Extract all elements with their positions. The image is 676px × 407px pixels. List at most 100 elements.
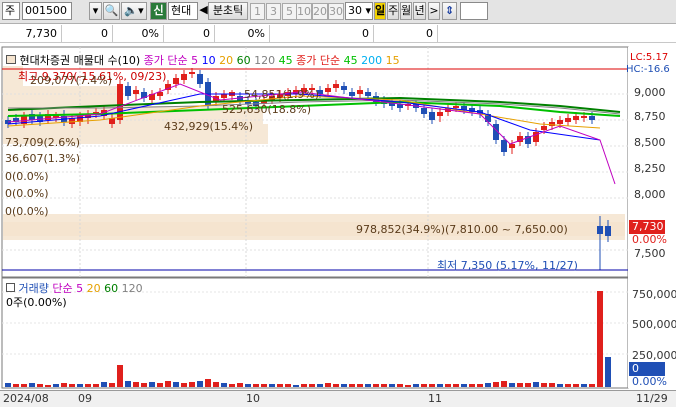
- volume-bar: [397, 384, 403, 387]
- interval-5[interactable]: 5: [282, 3, 297, 20]
- ma-legend-label: 종가 단순: [143, 54, 188, 67]
- candle-body: [325, 88, 331, 92]
- volume-bar: [77, 384, 83, 387]
- date-label-2: 09: [78, 392, 92, 405]
- volume-bar: [429, 384, 435, 387]
- vol-ma120: 120: [121, 282, 143, 295]
- date-label-4: 11: [428, 392, 442, 405]
- profile-label-5: 73,709(2.6%): [5, 136, 81, 149]
- volume-bar: [141, 383, 147, 387]
- ma20-legend: 20: [219, 54, 234, 67]
- volume-bar: [445, 384, 451, 387]
- candle-body: [221, 94, 227, 98]
- volume-bar: [125, 381, 131, 387]
- candle-body: [117, 84, 123, 120]
- volume-bar: [517, 383, 523, 387]
- current-volume-pct: 0.00%: [632, 375, 667, 388]
- volume-bar: [357, 384, 363, 387]
- volume-bar: [597, 291, 603, 387]
- volume-bar: [509, 383, 515, 387]
- volume-bar: [389, 384, 395, 387]
- info-bar: 7,730 0 0% 0 0% 0 0: [0, 25, 676, 43]
- candle-body: [509, 144, 515, 148]
- volume-bar: [309, 384, 315, 387]
- extra-input[interactable]: [460, 2, 488, 20]
- volume-bar: [261, 384, 267, 387]
- signal-button[interactable]: 신: [150, 2, 167, 20]
- chevron-down-icon[interactable]: ▾: [89, 2, 102, 20]
- volume-bar: [269, 384, 275, 387]
- vol-ma5: 5: [76, 282, 84, 295]
- chart-canvas[interactable]: [0, 44, 676, 390]
- candle-body: [341, 86, 347, 90]
- candle-body: [589, 116, 595, 120]
- volume-bar: [117, 365, 123, 387]
- volume-bar: [45, 385, 51, 387]
- volume-bar: [205, 379, 211, 387]
- volume-bar: [181, 383, 187, 387]
- volume-bar: [189, 382, 195, 387]
- date-label-1: 2024/08: [3, 392, 49, 405]
- stock-code-value: 001500: [25, 4, 67, 17]
- y-tick-7500: 7,500: [634, 247, 666, 260]
- interval-select[interactable]: 30 ▾: [345, 2, 373, 20]
- candle-body: [429, 112, 435, 120]
- volume-bar: [381, 384, 387, 387]
- candle-body: [333, 84, 339, 88]
- interval-20[interactable]: 20: [312, 3, 328, 20]
- profile-swatch-icon: [6, 55, 16, 64]
- sound-icon[interactable]: 🔈▾: [121, 2, 147, 20]
- volume-bar: [485, 383, 491, 387]
- week-button[interactable]: 주: [387, 2, 399, 20]
- volume-bar: [237, 383, 243, 387]
- date-label-5: 11/29: [636, 392, 668, 405]
- current-volume-label: 0: [632, 362, 639, 375]
- period-tick-button[interactable]: 분초틱: [208, 2, 248, 20]
- stock-name-field[interactable]: 현대: [168, 2, 198, 20]
- lc-label: LC:5.17: [630, 52, 669, 63]
- stock-code-input[interactable]: 001500: [22, 2, 72, 20]
- candle-body: [501, 140, 507, 152]
- info-other: 0: [374, 25, 438, 43]
- candle-body: [605, 226, 611, 236]
- volume-bar: [13, 384, 19, 387]
- profile-label-8: 0(0.0%): [5, 187, 49, 200]
- chevron-right-icon[interactable]: >: [428, 2, 440, 20]
- interval-1[interactable]: 1: [250, 3, 265, 20]
- interval-3[interactable]: 3: [266, 3, 281, 20]
- interval-30[interactable]: 30: [328, 3, 344, 20]
- volume-bar: [277, 384, 283, 387]
- volume-bar: [197, 381, 203, 387]
- info-change: 0: [62, 25, 113, 43]
- volume-bar: [565, 384, 571, 387]
- profile-label-9: 0(0.0%): [5, 205, 49, 218]
- info-price: 7,730: [0, 25, 62, 43]
- volume-bar: [365, 384, 371, 387]
- volume-bar: [549, 383, 555, 387]
- info-volume-pct: 0%: [215, 25, 270, 43]
- sort-arrows-icon[interactable]: ⇕: [442, 2, 457, 20]
- profile-label-3: 525,630(18.8%): [222, 103, 312, 116]
- search-icon[interactable]: 🔍: [103, 2, 120, 20]
- hc-label: HC:-16.6: [626, 64, 670, 75]
- arrow-left-icon[interactable]: ◀: [199, 2, 208, 20]
- month-button[interactable]: 월: [400, 2, 412, 20]
- vol-ma60: 60: [104, 282, 119, 295]
- volume-bar: [69, 384, 75, 387]
- profile-band: [3, 86, 123, 106]
- candle-body: [453, 106, 459, 108]
- volume-bar: [341, 384, 347, 387]
- volume-bar: [85, 384, 91, 387]
- vol-tick-250k: 250,000: [632, 349, 676, 362]
- volume-bar: [533, 382, 539, 387]
- candle-body: [133, 90, 139, 94]
- year-button[interactable]: 년: [413, 2, 426, 20]
- menu-select[interactable]: 주: [2, 2, 20, 20]
- day-button[interactable]: 일: [374, 2, 386, 20]
- profile-label-6: 36,607(1.3%): [5, 152, 81, 165]
- price-legend: 현대차증권 매물대 수(10) 종가 단순 5 10 20 60 120 45 …: [6, 52, 400, 68]
- volume-bar: [5, 383, 11, 387]
- volume-bar: [229, 384, 235, 387]
- interval-10[interactable]: 10: [296, 3, 312, 20]
- volume-bar: [525, 383, 531, 387]
